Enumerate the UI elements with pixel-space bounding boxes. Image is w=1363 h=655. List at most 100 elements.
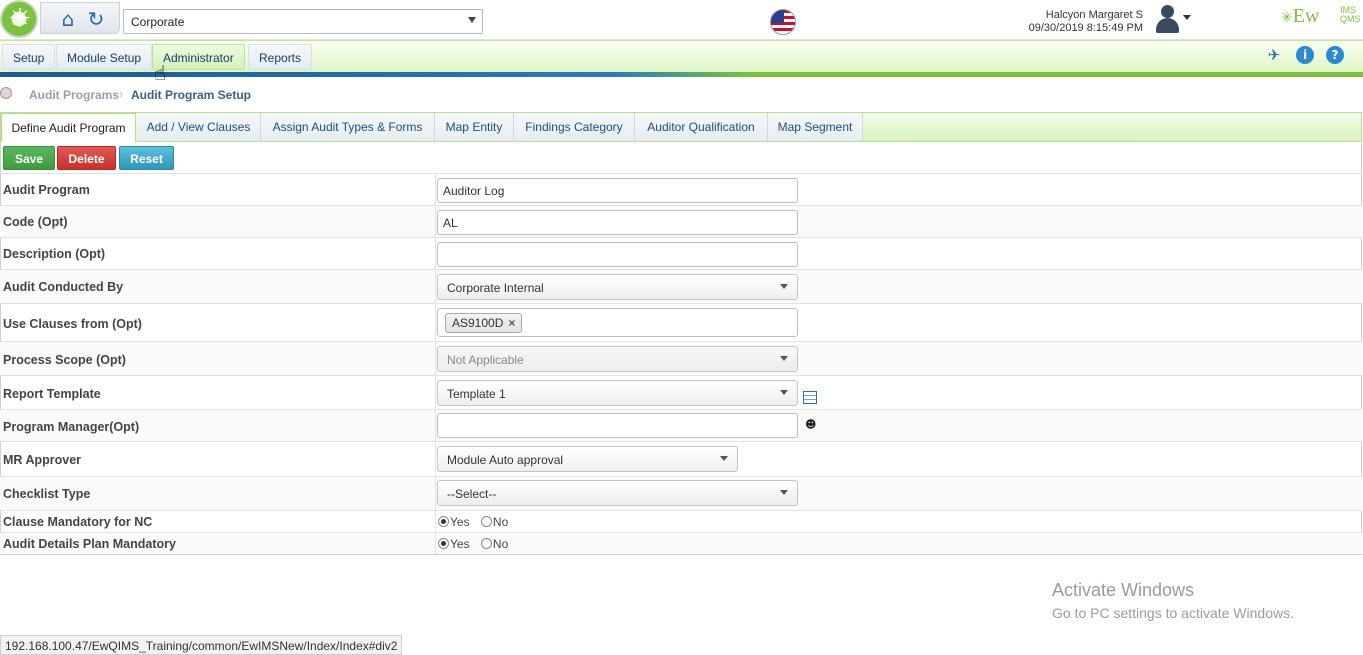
tab-define-audit-program[interactable]: Define Audit Program — [1, 113, 136, 143]
windows-activation-watermark: Activate Windows Go to PC settings to ac… — [1052, 580, 1294, 621]
plan-mandatory-no-label: No — [492, 537, 509, 551]
chevron-down-icon — [780, 390, 788, 395]
mr-approver-value: Module Auto approval — [447, 453, 564, 467]
pin-icon[interactable]: ✈ — [1265, 46, 1283, 64]
breadcrumb-separator-icon: › — [119, 86, 124, 101]
avatar-icon[interactable] — [1153, 3, 1181, 35]
close-icon[interactable]: × — [508, 316, 515, 330]
conducted-by-value: Corporate Internal — [447, 281, 544, 295]
description-label: Description (Opt) — [3, 247, 106, 261]
plan-mandatory-label: Audit Details Plan Mandatory — [3, 537, 176, 551]
site-select[interactable]: Corporate — [123, 9, 483, 34]
menu-setup[interactable]: Setup — [2, 44, 56, 70]
mr-approver-select[interactable]: Module Auto approval — [437, 446, 738, 472]
plan-mandatory-radios: Yes No — [438, 537, 516, 551]
clause-mandatory-yes-radio[interactable] — [438, 516, 449, 527]
report-template-value: Template 1 — [447, 387, 506, 401]
process-scope-label: Process Scope (Opt) — [3, 353, 126, 367]
brand-sub: IMS QMS — [1340, 6, 1361, 24]
brand-text: Ew — [1292, 5, 1320, 27]
clause-mandatory-no-label: No — [492, 515, 509, 529]
tab-assign-audit-types[interactable]: Assign Audit Types & Forms — [261, 113, 435, 141]
clause-mandatory-radios: Yes No — [438, 515, 516, 529]
row-conducted-by: Audit Conducted By Corporate Internal — [0, 269, 1362, 303]
clause-mandatory-no-radio[interactable] — [480, 516, 492, 527]
save-button[interactable]: Save — [3, 146, 55, 170]
breadcrumb: Audit Programs › Audit Program Setup — [0, 82, 1363, 108]
description-input[interactable] — [437, 242, 798, 267]
clause-mandatory-label: Clause Mandatory for NC — [3, 515, 153, 529]
chevron-down-icon — [780, 284, 788, 289]
breadcrumb-parent[interactable]: Audit Programs — [29, 88, 119, 102]
breadcrumb-current: Audit Program Setup — [131, 88, 252, 102]
user-menu-caret-icon[interactable] — [1183, 15, 1191, 20]
quick-buttons: ⌂ ↻ — [40, 2, 120, 34]
plan-mandatory-no-radio[interactable] — [480, 538, 492, 549]
activate-title: Activate Windows — [1052, 580, 1195, 600]
row-mr-approver: MR Approver Module Auto approval — [0, 441, 1362, 476]
audit-program-label: Audit Program — [3, 183, 90, 197]
row-audit-program: Audit Program Auditor Log — [0, 173, 1362, 205]
row-checklist-type: Checklist Type --Select-- — [0, 476, 1362, 510]
conducted-by-select[interactable]: Corporate Internal — [437, 274, 798, 300]
checklist-type-label: Checklist Type — [3, 487, 91, 501]
clause-tag-label: AS9100D — [452, 316, 504, 330]
brand-logo: ✳Ew IMS QMS — [1281, 5, 1361, 27]
code-input[interactable]: AL — [437, 210, 798, 235]
row-report-template: Report Template Template 1 — [0, 375, 1362, 409]
row-plan-mandatory: Audit Details Plan Mandatory Yes No — [0, 532, 1362, 554]
clauses-from-multiselect[interactable]: AS9100D × — [437, 308, 798, 337]
delete-button[interactable]: Delete — [57, 146, 116, 170]
user-name: Halcyon Margaret S — [1045, 9, 1143, 21]
mr-approver-label: MR Approver — [3, 453, 82, 467]
clause-tag: AS9100D × — [445, 313, 523, 333]
template-preview-icon[interactable] — [803, 391, 817, 404]
plan-mandatory-yes-radio[interactable] — [438, 538, 449, 549]
checklist-type-value: --Select-- — [447, 487, 497, 501]
app-logo-icon[interactable] — [0, 0, 38, 38]
user-lookup-icon[interactable]: ☻ — [805, 418, 819, 431]
code-label: Code (Opt) — [3, 215, 68, 229]
program-manager-input[interactable] — [437, 413, 798, 438]
tab-add-view-clauses[interactable]: Add / View Clauses — [137, 113, 261, 141]
help-icon[interactable]: ? — [1326, 46, 1344, 64]
row-description: Description (Opt) — [0, 237, 1362, 269]
row-code: Code (Opt) AL — [0, 205, 1362, 237]
reset-button[interactable]: Reset — [119, 146, 174, 170]
audit-program-input[interactable]: Auditor Log — [437, 178, 798, 203]
home-icon[interactable]: ⌂ — [56, 7, 80, 31]
clauses-from-label: Use Clauses from (Opt) — [3, 317, 142, 331]
top-header: ⌂ ↻ Corporate Halcyon Margaret S 09/30/2… — [0, 0, 1363, 40]
brand-sub-bottom: QMS — [1340, 14, 1361, 24]
tab-map-entity[interactable]: Map Entity — [435, 113, 514, 141]
menu-reports[interactable]: Reports — [248, 44, 313, 70]
site-select-value: Corporate — [131, 15, 185, 29]
row-process-scope: Process Scope (Opt) Not Applicable — [0, 341, 1362, 375]
checklist-type-select[interactable]: --Select-- — [437, 480, 798, 506]
refresh-icon[interactable]: ↻ — [84, 7, 108, 31]
breadcrumb-home-icon[interactable] — [0, 87, 12, 99]
process-scope-select[interactable]: Not Applicable — [437, 346, 798, 372]
row-clause-mandatory: Clause Mandatory for NC Yes No — [0, 510, 1362, 532]
plan-mandatory-yes-label: Yes — [450, 537, 470, 551]
us-flag-icon[interactable] — [770, 9, 796, 35]
program-manager-label: Program Manager(Opt) — [3, 420, 140, 434]
tab-bar: Define Audit Program Add / View Clauses … — [0, 112, 1362, 143]
tab-auditor-qualification[interactable]: Auditor Qualification — [635, 113, 768, 141]
menu-module-setup[interactable]: Module Setup — [56, 44, 153, 70]
chevron-down-icon — [720, 456, 728, 461]
report-template-label: Report Template — [3, 387, 101, 401]
row-program-manager: Program Manager(Opt) ☻ — [0, 409, 1362, 441]
menu-stripe — [0, 72, 1363, 77]
clause-mandatory-yes-label: Yes — [450, 515, 470, 529]
activate-subtitle: Go to PC settings to activate Windows. — [1052, 605, 1294, 621]
conducted-by-label: Audit Conducted By — [3, 280, 124, 294]
tab-findings-category[interactable]: Findings Category — [514, 113, 635, 141]
chevron-down-icon — [468, 17, 476, 23]
info-icon[interactable]: i — [1296, 46, 1314, 64]
tab-map-segment[interactable]: Map Segment — [768, 113, 863, 141]
report-template-select[interactable]: Template 1 — [437, 380, 798, 406]
status-url: 192.168.100.47/EwQIMS_Training/common/Ew… — [0, 635, 403, 655]
row-clauses-from: Use Clauses from (Opt) AS9100D × — [0, 303, 1362, 341]
chevron-down-icon — [780, 356, 788, 361]
